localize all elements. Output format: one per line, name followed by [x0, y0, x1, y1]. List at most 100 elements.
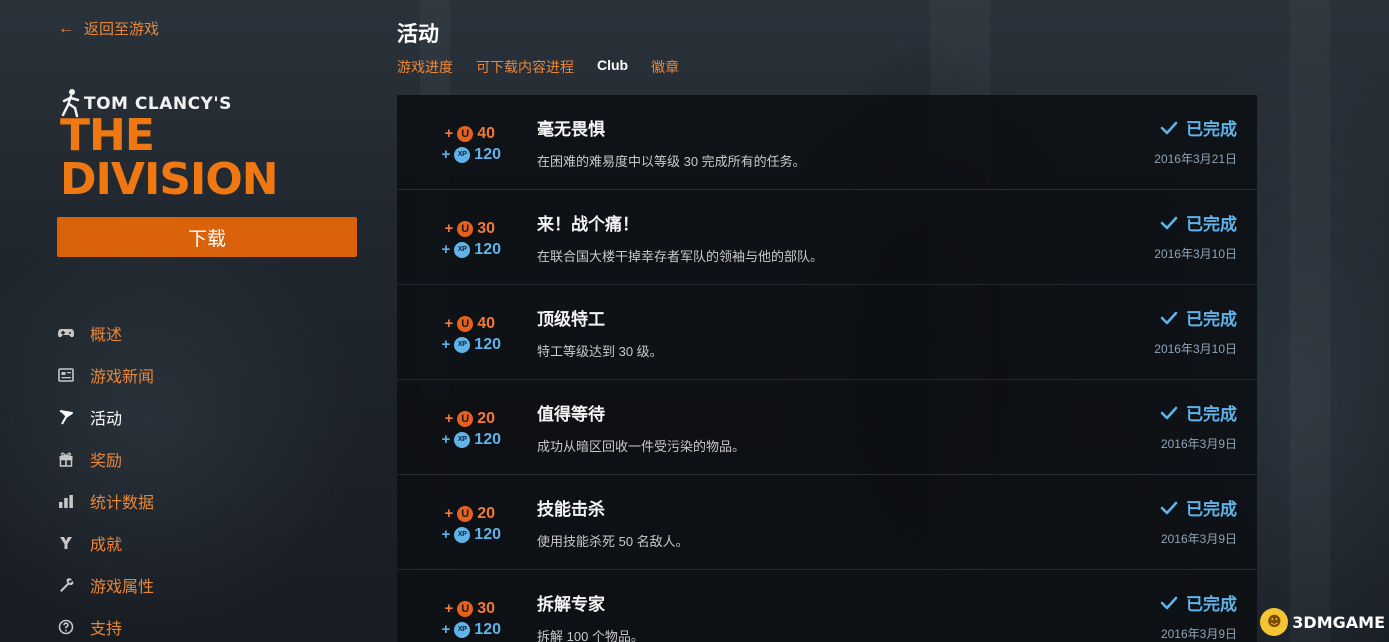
plus-sign: +: [441, 336, 451, 353]
completion-date: 2016年3月10日: [1154, 342, 1237, 356]
xp-reward: + XP 120: [432, 144, 501, 165]
tab-badges[interactable]: 徽章: [651, 57, 679, 77]
activity-title: 技能击杀: [537, 500, 605, 520]
checkmark-icon: [1160, 501, 1178, 514]
activity-row[interactable]: + U 30 + XP 120 拆解专家 拆解 100 个物品。 已完成 201…: [397, 570, 1257, 642]
tab-club[interactable]: Club: [597, 57, 628, 77]
xp-reward: + XP 120: [432, 334, 501, 355]
xp-icon: XP: [454, 431, 471, 448]
gift-icon: [56, 449, 76, 469]
completion-date: 2016年3月21日: [1154, 152, 1237, 166]
reward-block: + U 30 + XP 120: [432, 598, 512, 640]
activity-title: 顶级特工: [537, 310, 605, 330]
sidebar-item-label: 概述: [90, 327, 123, 344]
sidebar-item-achievements[interactable]: 成就: [56, 522, 356, 564]
units-value: 40: [477, 124, 495, 142]
units-icon: U: [457, 505, 474, 522]
activity-description: 特工等级达到 30 级。: [537, 344, 663, 359]
status-label: 已完成: [1186, 215, 1237, 234]
completion-status: 已完成: [1160, 210, 1237, 235]
sidebar-item-support[interactable]: 支持: [56, 606, 356, 642]
xp-icon: XP: [454, 146, 471, 163]
completion-date: 2016年3月9日: [1160, 437, 1237, 451]
activity-tabs: 游戏进度 可下载内容进程 Club 徽章: [397, 57, 679, 77]
completion-date: 2016年3月9日: [1160, 627, 1237, 641]
activity-row[interactable]: + U 20 + XP 120 值得等待 成功从暗区回收一件受污染的物品。 已完…: [397, 380, 1257, 475]
activity-description: 拆解 100 个物品。: [537, 629, 644, 642]
plus-sign: +: [444, 220, 454, 237]
checkmark-icon: [1160, 406, 1178, 419]
activity-title: 拆解专家: [537, 595, 605, 615]
sidebar-item-stats[interactable]: 统计数据: [56, 480, 356, 522]
reward-block: + U 20 + XP 120: [432, 503, 512, 545]
checkmark-icon: [1160, 216, 1178, 229]
activity-row[interactable]: + U 40 + XP 120 毫无畏惧 在困难的难易度中以等级 30 完成所有…: [397, 95, 1257, 190]
status-label: 已完成: [1186, 405, 1237, 424]
sidebar-item-label: 游戏新闻: [90, 369, 155, 386]
back-to-game-link[interactable]: ← 返回至游戏: [58, 18, 159, 39]
wrench-icon: [56, 575, 76, 595]
activity-description: 在困难的难易度中以等级 30 完成所有的任务。: [537, 154, 806, 169]
activity-row[interactable]: + U 30 + XP 120 来！战个痛！ 在联合国大楼干掉幸存者军队的领袖与…: [397, 190, 1257, 285]
xp-reward: + XP 120: [432, 239, 501, 260]
xp-reward: + XP 120: [432, 619, 501, 640]
sidebar-item-rewards[interactable]: 奖励: [56, 438, 356, 480]
xp-value: 120: [474, 145, 501, 163]
sidebar-item-news[interactable]: 游戏新闻: [56, 354, 356, 396]
units-icon: U: [457, 220, 474, 237]
sidebar-item-label: 统计数据: [90, 495, 155, 512]
logo-the-division: THE DIVISION: [60, 110, 279, 205]
plus-sign: +: [441, 621, 451, 638]
units-reward: + U 30: [432, 218, 495, 239]
completion-status: 已完成: [1160, 590, 1237, 615]
activity-row[interactable]: + U 40 + XP 120 顶级特工 特工等级达到 30 级。 已完成 20…: [397, 285, 1257, 380]
plus-sign: +: [441, 431, 451, 448]
completion-date: 2016年3月9日: [1160, 532, 1237, 546]
xp-icon: XP: [454, 621, 471, 638]
back-link-label: 返回至游戏: [84, 21, 160, 38]
activity-row[interactable]: + U 20 + XP 120 技能击杀 使用技能杀死 50 名敌人。 已完成 …: [397, 475, 1257, 570]
help-icon: [56, 617, 76, 637]
game-logo: TOM CLANCY'S THE DIVISION: [60, 88, 360, 202]
xp-icon: XP: [454, 526, 471, 543]
status-label: 已完成: [1186, 120, 1237, 139]
sidebar-item-activities[interactable]: 活动: [56, 396, 356, 438]
sidebar-item-label: 成就: [90, 537, 123, 554]
watermark-text: 3DMGAME: [1292, 612, 1385, 632]
bar-chart-icon: [56, 491, 76, 511]
reward-block: + U 40 + XP 120: [432, 123, 512, 165]
plus-sign: +: [444, 125, 454, 142]
activity-description: 在联合国大楼干掉幸存者军队的领袖与他的部队。: [537, 249, 824, 264]
sidebar-item-label: 游戏属性: [90, 579, 155, 596]
xp-value: 120: [474, 430, 501, 448]
download-button[interactable]: 下载: [57, 217, 357, 257]
reward-block: + U 20 + XP 120: [432, 408, 512, 450]
sidebar-item-game-properties[interactable]: 游戏属性: [56, 564, 356, 606]
sidebar-item-overview[interactable]: 概述: [56, 312, 356, 354]
units-reward: + U 40: [432, 123, 495, 144]
plus-sign: +: [444, 600, 454, 617]
activity-title: 来！战个痛！: [537, 215, 639, 235]
trophy-icon: [56, 533, 76, 553]
gamepad-icon: [56, 323, 76, 343]
xp-reward: + XP 120: [432, 429, 501, 450]
units-icon: U: [457, 315, 474, 332]
xp-value: 120: [474, 620, 501, 638]
arrow-left-icon: ←: [58, 19, 74, 37]
checkmark-icon: [1160, 121, 1178, 134]
tab-dlc-progress[interactable]: 可下载内容进程: [476, 57, 574, 77]
units-icon: U: [457, 600, 474, 617]
plus-sign: +: [441, 526, 451, 543]
tab-game-progress[interactable]: 游戏进度: [397, 57, 453, 77]
reward-block: + U 30 + XP 120: [432, 218, 512, 260]
sidebar-item-label: 活动: [90, 411, 123, 428]
activity-title: 值得等待: [537, 405, 605, 425]
units-value: 40: [477, 314, 495, 332]
completion-status: 已完成: [1160, 115, 1237, 140]
plus-sign: +: [441, 146, 451, 163]
completion-status: 已完成: [1160, 495, 1237, 520]
mascot-icon: ☻: [1260, 608, 1289, 636]
xp-value: 120: [474, 525, 501, 543]
completion-status: 已完成: [1160, 305, 1237, 330]
status-label: 已完成: [1186, 500, 1237, 519]
